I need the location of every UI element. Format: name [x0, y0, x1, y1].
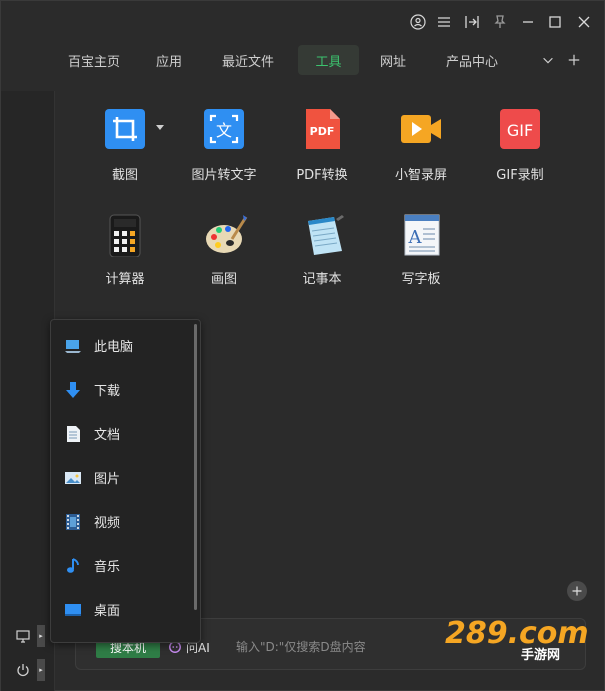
notepad-icon [302, 213, 344, 255]
svg-text:文: 文 [216, 121, 232, 140]
power-icon [17, 664, 29, 677]
svg-text:手游网: 手游网 [521, 647, 560, 663]
tab-tools[interactable]: 工具 [298, 45, 359, 75]
panel-item-label: 视频 [94, 516, 121, 531]
panel-item-label: 此电脑 [94, 340, 134, 355]
pdf-icon: PDF [302, 109, 342, 149]
svg-text:A: A [408, 227, 423, 248]
close-icon[interactable] [573, 11, 595, 33]
menu-icon[interactable] [433, 11, 455, 33]
tool-label: 记事本 [302, 272, 342, 287]
search-input[interactable]: 输入"D:"仅搜索D盘内容 [236, 638, 366, 655]
tab-bar: 百宝主页 应用 最近文件 工具 网址 产品中心 [55, 45, 605, 77]
tool-label: 截图 [111, 168, 138, 183]
power-menu-button[interactable]: ▸ [15, 659, 51, 681]
maximize-icon[interactable] [544, 11, 566, 33]
computer-icon [65, 340, 81, 353]
image-to-text-icon: 文 [204, 109, 244, 149]
panel-item-pictures[interactable]: 图片 [51, 460, 191, 496]
panel-item-label: 下载 [94, 384, 121, 399]
tool-calculator[interactable]: 计算器 [77, 213, 173, 303]
tab-apps[interactable]: 应用 [145, 45, 193, 75]
desktop-icon [65, 604, 81, 616]
panel-item-label: 图片 [94, 472, 121, 487]
user-icon[interactable] [407, 11, 429, 33]
tool-paint[interactable]: 画图 [176, 213, 272, 303]
panel-item-label: 文档 [94, 428, 121, 443]
caret-right-icon: ▸ [37, 659, 45, 681]
tab-product-center[interactable]: 产品中心 [435, 45, 509, 75]
music-icon [67, 558, 79, 573]
video-icon [66, 514, 80, 530]
calculator-icon [105, 213, 145, 258]
tab-urls[interactable]: 网址 [369, 45, 417, 75]
chevron-down-icon[interactable] [539, 51, 557, 69]
tool-label: 图片转文字 [191, 168, 257, 183]
minimize-icon[interactable] [517, 11, 539, 33]
screenshot-options-caret[interactable] [156, 125, 164, 130]
tool-wordpad[interactable]: A 写字板 [373, 213, 469, 303]
panel-item-label: 桌面 [94, 604, 121, 619]
tool-label: GIF录制 [496, 168, 544, 183]
tab-home[interactable]: 百宝主页 [59, 45, 129, 75]
svg-text:GIF: GIF [507, 121, 533, 140]
tool-label: 小智录屏 [394, 168, 447, 183]
tool-image-to-text[interactable]: 文 图片转文字 [176, 109, 272, 199]
tool-label: 计算器 [105, 272, 145, 287]
tool-pdf-convert[interactable]: PDF PDF转换 [274, 109, 370, 199]
screen-record-icon [401, 109, 441, 149]
dock-icon[interactable] [461, 11, 483, 33]
panel-item-videos[interactable]: 视频 [51, 504, 191, 540]
title-bar [1, 1, 605, 45]
panel-item-label: 音乐 [94, 560, 121, 575]
wordpad-icon: A [401, 213, 441, 256]
app-window: 百宝主页 应用 最近文件 工具 网址 产品中心 截图 文 图片转文字 PDF P… [0, 0, 605, 691]
tool-label: 画图 [210, 272, 237, 287]
tab-recent-files[interactable]: 最近文件 [213, 45, 283, 75]
pin-icon[interactable] [489, 11, 511, 33]
add-tool-button[interactable] [567, 581, 587, 601]
tool-label: PDF转换 [296, 168, 348, 183]
panel-item-downloads[interactable]: 下载 [51, 372, 191, 408]
watermark-logo: 289.com 手游网 [441, 613, 589, 663]
panel-item-desktop[interactable]: 桌面 [51, 592, 191, 628]
paint-palette-icon [204, 213, 248, 253]
left-rail [1, 91, 55, 691]
tool-screenshot[interactable]: 截图 [77, 109, 173, 199]
panel-scrollbar[interactable] [194, 324, 197, 610]
document-icon [67, 426, 80, 442]
computer-menu-button[interactable]: ▸ [15, 625, 51, 647]
tool-notepad[interactable]: 记事本 [274, 213, 370, 303]
picture-icon [65, 472, 81, 484]
tool-label: 写字板 [401, 272, 441, 287]
monitor-icon [16, 630, 30, 643]
svg-text:289.com: 289.com [445, 616, 589, 651]
quick-access-panel: 此电脑 下载 文档 图片 视频 音乐 桌面 [50, 319, 201, 643]
panel-item-this-pc[interactable]: 此电脑 [51, 328, 191, 364]
panel-item-music[interactable]: 音乐 [51, 548, 191, 584]
panel-item-documents[interactable]: 文档 [51, 416, 191, 452]
tool-screen-record[interactable]: 小智录屏 [373, 109, 469, 199]
tool-gif-record[interactable]: GIF GIF录制 [472, 109, 568, 199]
caret-right-icon: ▸ [37, 625, 45, 647]
download-icon [66, 382, 80, 398]
svg-text:PDF: PDF [310, 125, 335, 138]
add-tab-icon[interactable] [565, 51, 583, 69]
crop-icon [105, 109, 145, 149]
gif-icon: GIF [500, 109, 540, 149]
